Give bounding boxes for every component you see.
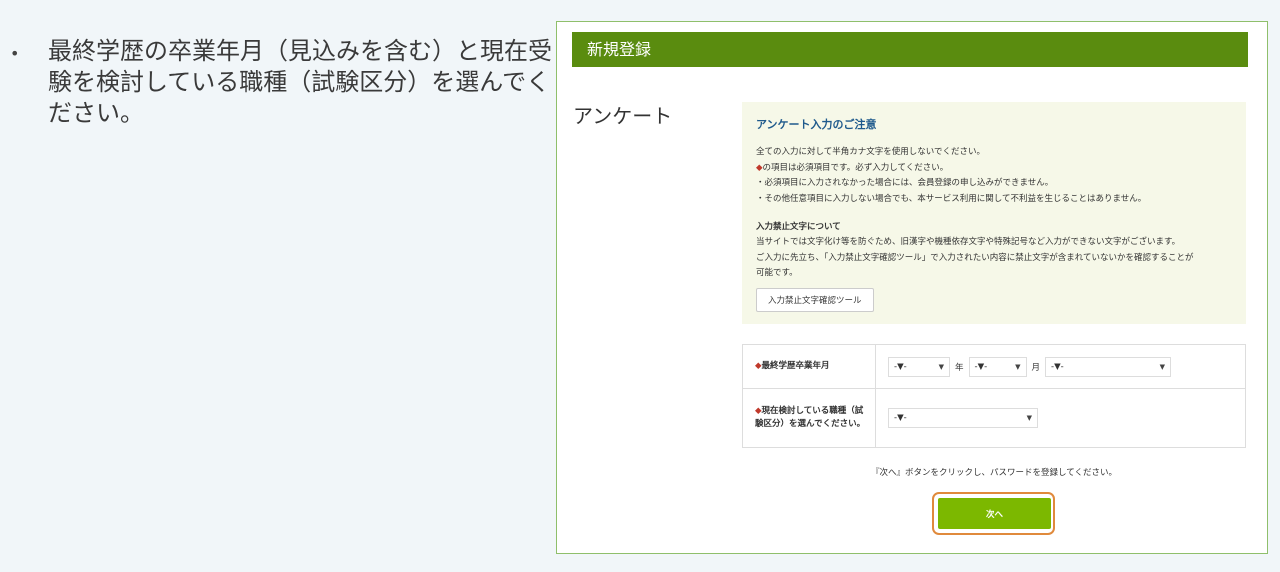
job-category-select[interactable]: -▼- ▼ <box>888 408 1038 429</box>
graduation-value-cell: -▼- ▼ 年 -▼- ▼ 月 -▼- ▼ <box>875 344 1246 389</box>
next-instruction: 『次へ』ボタンをクリックし、パスワードを登録してください。 <box>871 468 1117 478</box>
notice-body-1: 当サイトでは文字化け等を防ぐため、旧漢字や機種依存文字や特殊記号など入力ができな… <box>756 237 1181 247</box>
job-category-label-cell: ◆現在検討している職種（試験区分）を選んでください。 <box>742 388 876 448</box>
chevron-down-icon: ▼ <box>1015 362 1021 371</box>
graduation-extra-select[interactable]: -▼- ▼ <box>1045 356 1172 377</box>
chevron-down-icon: ▼ <box>1159 362 1166 371</box>
form-row-job-category: ◆現在検討している職種（試験区分）を選んでください。 -▼- ▼ <box>742 388 1246 448</box>
next-button[interactable]: 次へ <box>938 498 1051 529</box>
job-category-value-cell: -▼- ▼ <box>875 388 1246 448</box>
job-category-label: 現在検討している職種（試験区分）を選んでください。 <box>755 406 866 429</box>
job-category-value: -▼- <box>894 413 907 424</box>
notice-body-2: ご入力に先立ち、「入力禁止文字確認ツール」で入力されたい内容に禁止文字が含まれて… <box>756 252 1194 263</box>
forbidden-char-tool-button[interactable]: 入力禁止文字確認ツール <box>756 287 874 312</box>
year-unit: 年 <box>955 362 964 373</box>
graduation-month-select[interactable]: -▼- ▼ <box>968 356 1027 377</box>
section-label: アンケート <box>573 104 673 128</box>
graduation-label-cell: ◆最終学歴卒業年月 <box>742 344 876 389</box>
notice-title: アンケート入力のご注意 <box>756 118 877 131</box>
month-unit: 月 <box>1031 362 1041 373</box>
page-header: 新規登録 <box>572 32 1248 67</box>
graduation-year-value: -▼- <box>894 361 907 372</box>
chevron-down-icon: ▼ <box>938 362 944 371</box>
notice-line-3: ・必須項目に入力されなかった場合には、会員登録の申し込みができません。 <box>756 178 1054 188</box>
bullet-marker: • <box>10 44 20 63</box>
registration-screenshot: 新規登録 アンケート アンケート入力のご注意 全ての入力に対して半角カナ文字を使… <box>556 21 1268 554</box>
notice-line-1: 全ての入力に対して半角カナ文字を使用しないでください。 <box>756 147 985 157</box>
notice-body-3: 可能です。 <box>756 268 798 278</box>
notice-subhead: 入力禁止文字について <box>756 222 841 232</box>
graduation-label: 最終学歴卒業年月 <box>761 361 830 371</box>
chevron-down-icon: ▼ <box>1026 414 1032 423</box>
graduation-year-select[interactable]: -▼- ▼ <box>888 356 950 377</box>
survey-form-table: ◆最終学歴卒業年月 -▼- ▼ 年 -▼- ▼ 月 -▼- ▼ ◆現在検討している職種（試験区… <box>742 344 1246 448</box>
form-row-graduation: ◆最終学歴卒業年月 -▼- ▼ 年 -▼- ▼ 月 -▼- ▼ <box>742 344 1246 389</box>
notice-box: アンケート入力のご注意 全ての入力に対して半角カナ文字を使用しないでください。 … <box>742 102 1246 324</box>
slide-instruction-text: 最終学歴の卒業年月（見込みを含む）と現在受験を検討している職種（試験区分）を選ん… <box>48 37 552 127</box>
graduation-month-value: -▼- <box>974 361 988 372</box>
notice-line-2: ◆の項目は必須項目です。必ず入力してください。 <box>756 161 1232 177</box>
graduation-extra-value: -▼- <box>1051 361 1064 372</box>
notice-line-4: ・その他任意項目に入力しない場合でも、本サービス利用に関して不利益を生じることは… <box>756 193 1147 204</box>
notice-line-2-text: の項目は必須項目です。必ず入力してください。 <box>762 162 949 173</box>
